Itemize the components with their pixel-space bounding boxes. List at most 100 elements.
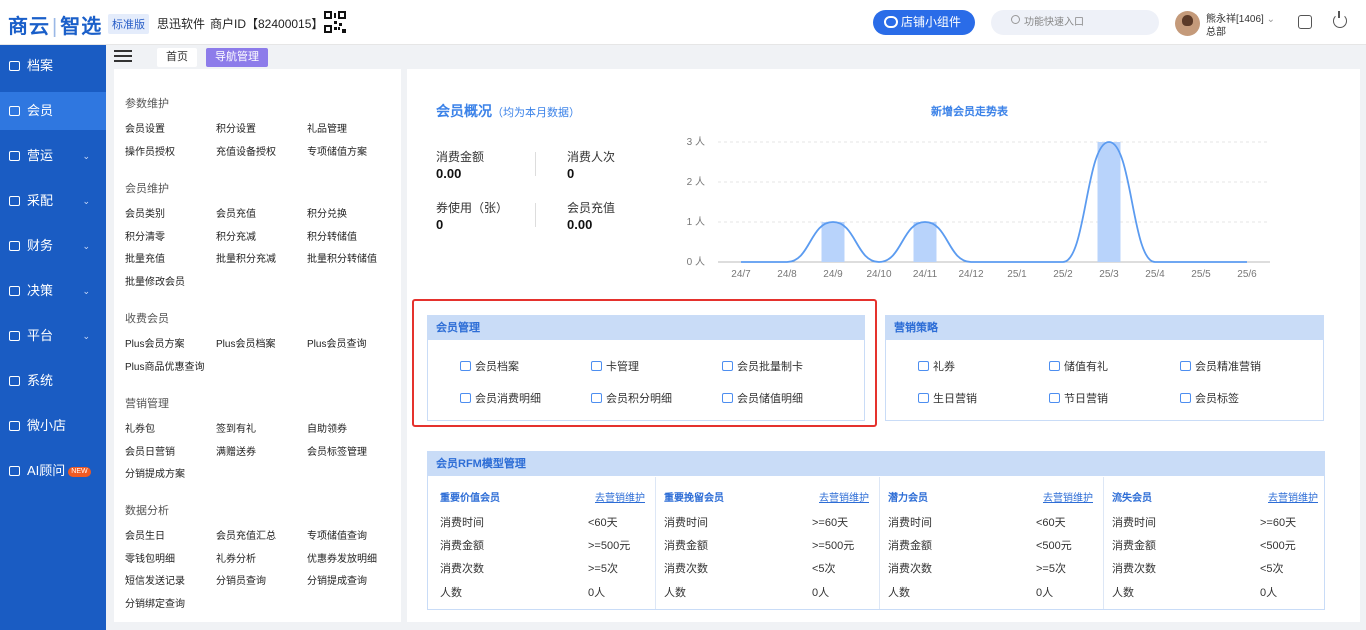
series-line [741, 141, 1247, 263]
nav-link[interactable]: 礼券包 [125, 420, 155, 435]
nav-link[interactable]: 积分设置 [216, 120, 256, 135]
stat-label: 券使用（张） [436, 201, 509, 215]
marketing-maintenance-link[interactable]: 去营销维护 [819, 489, 869, 504]
rfm-column-title: 重要挽留会员 [664, 493, 724, 504]
nav-link[interactable]: 分销绑定查询 [125, 595, 185, 610]
nav-link[interactable]: 积分清零 [125, 228, 165, 243]
sidebar-item-9[interactable]: AI顾问 NEW [0, 452, 106, 490]
nav-link[interactable]: 满赠送券 [216, 443, 256, 458]
bar [821, 222, 845, 262]
edition-badge: 标准版 [108, 14, 149, 34]
nav-link[interactable]: 积分充减 [216, 228, 256, 243]
marketing-maintenance-link[interactable]: 去营销维护 [1043, 489, 1093, 504]
rfm-column: 重要价值会员 去营销维护 消费时间 <60天 消费金额 >=500元 消费次数 >=5次 人数 0… [432, 477, 656, 609]
collapse-menu-icon[interactable] [114, 50, 132, 64]
item-label: 会员标签 [1195, 393, 1239, 405]
nav-link[interactable]: Plus会员档案 [216, 335, 275, 350]
tab-nav-management[interactable]: 导航管理 [206, 48, 268, 67]
nav-link[interactable]: 分销员查询 [216, 572, 266, 587]
nav-link[interactable]: 短信发送记录 [125, 572, 185, 587]
nav-link[interactable]: 批量充值 [125, 250, 165, 265]
nav-link[interactable]: 会员日营销 [125, 443, 175, 458]
x-tick-label: 24/10 [866, 269, 891, 280]
nav-link[interactable]: 专项储值方案 [307, 143, 367, 158]
qr-code-icon[interactable] [324, 11, 346, 33]
marketing-item[interactable]: 会员标签 [1180, 390, 1239, 406]
avatar[interactable] [1175, 11, 1200, 36]
nav-link[interactable]: 积分转储值 [307, 228, 357, 243]
nav-link[interactable]: 会员生日 [125, 527, 165, 542]
store-widget-button[interactable]: 店铺小组件 [873, 10, 975, 35]
marketing-item[interactable]: 生日营销 [918, 390, 977, 406]
power-icon[interactable] [1333, 11, 1347, 28]
sidebar-item-7[interactable]: 系统 [0, 362, 106, 400]
sidebar-item-8[interactable]: 微小店 [0, 407, 106, 445]
nav-link[interactable]: 会员设置 [125, 120, 165, 135]
coupon-icon [918, 361, 929, 371]
nav-link[interactable]: 礼品管理 [307, 120, 347, 135]
rfm-value: >=500元 [588, 540, 631, 552]
sidebar-item-label: AI顾问 [27, 463, 66, 478]
sidebar-item-1[interactable]: 会员 [0, 92, 106, 130]
y-tick-label: 2 人 [687, 176, 705, 188]
rfm-row-label: 消费次数 [888, 563, 932, 575]
nav-link[interactable]: 专项储值查询 [307, 527, 367, 542]
merchant-id: 商户ID【82400015】 [210, 17, 324, 31]
nav-link[interactable]: 充值设备授权 [216, 143, 276, 158]
tag-icon [1180, 393, 1191, 403]
nav-link[interactable]: 签到有礼 [216, 420, 256, 435]
nav-link[interactable]: Plus会员方案 [125, 335, 184, 350]
nav-link[interactable]: Plus会员查询 [307, 335, 366, 350]
fullscreen-icon[interactable] [1298, 15, 1312, 29]
marketing-item[interactable]: 储值有礼 [1049, 358, 1108, 374]
rfm-column: 流失会员 去营销维护 消费时间 >=60天 消费金额 <500元 消费次数 <5次 人数 0人 [1104, 477, 1328, 609]
rfm-row-label: 消费时间 [888, 517, 932, 529]
marketing-maintenance-link[interactable]: 去营销维护 [1268, 489, 1318, 504]
marketing-item[interactable]: 节日营销 [1049, 390, 1108, 406]
stat-value: 0 [567, 166, 575, 181]
rfm-value: <500元 [1260, 540, 1296, 552]
sidebar-item-3[interactable]: 采配 ⌄ [0, 182, 106, 220]
nav-link[interactable]: 分销提成方案 [125, 465, 185, 480]
sidebar-item-5[interactable]: 决策 ⌄ [0, 272, 106, 310]
rfm-value: <500元 [1036, 540, 1072, 552]
nav-link[interactable]: 优惠券发放明细 [307, 550, 377, 565]
nav-link[interactable]: 会员标签管理 [307, 443, 367, 458]
sidebar-item-0[interactable]: 档案 [0, 47, 106, 85]
nav-link[interactable]: 会员类别 [125, 205, 165, 220]
divider [535, 203, 536, 227]
chart-title: 新增会员走势表 [931, 106, 1008, 118]
nav-group-title: 参数维护 [125, 98, 169, 110]
nav-link[interactable]: 操作员授权 [125, 143, 175, 158]
nav-link[interactable]: 批量积分充减 [216, 250, 276, 265]
nav-link[interactable]: 自助领券 [307, 420, 347, 435]
tab-home[interactable]: 首页 [157, 48, 197, 67]
chevron-down-icon: ⌄ [82, 196, 90, 206]
sidebar-item-label: 营运 [27, 148, 54, 163]
marketing-item[interactable]: 会员精准营销 [1180, 358, 1261, 374]
store-icon [9, 151, 20, 161]
marketing-maintenance-link[interactable]: 去营销维护 [595, 489, 645, 504]
nav-link[interactable]: Plus商品优惠查询 [125, 358, 204, 373]
sidebar-item-4[interactable]: 财务 ⌄ [0, 227, 106, 265]
nav-link[interactable]: 会员充值 [216, 205, 256, 220]
nav-link[interactable]: 批量积分转储值 [307, 250, 377, 265]
sidebar-item-2[interactable]: 营运 ⌄ [0, 137, 106, 175]
nav-link[interactable]: 零钱包明细 [125, 550, 175, 565]
search-icon [1011, 15, 1020, 24]
target-icon [1180, 361, 1191, 371]
nav-link[interactable]: 积分兑换 [307, 205, 347, 220]
nav-link[interactable]: 分销提成查询 [307, 572, 367, 587]
marketing-item[interactable]: 礼券 [918, 358, 955, 374]
rfm-value: >=60天 [1260, 517, 1297, 529]
nav-link[interactable]: 批量修改会员 [125, 273, 185, 288]
rfm-value: 0人 [1036, 587, 1054, 599]
y-tick-label: 0 人 [687, 256, 705, 268]
nav-link[interactable]: 礼券分析 [216, 550, 256, 565]
nav-link[interactable]: 会员充值汇总 [216, 527, 276, 542]
stat-value: 0.00 [436, 166, 462, 181]
x-tick-label: 24/8 [777, 269, 797, 280]
x-tick-label: 25/5 [1191, 269, 1211, 280]
sidebar-item-6[interactable]: 平台 ⌄ [0, 317, 106, 355]
rfm-column: 重要挽留会员 去营销维护 消费时间 >=60天 消费金额 >=500元 消费次数 <5次 人数 0… [656, 477, 880, 609]
